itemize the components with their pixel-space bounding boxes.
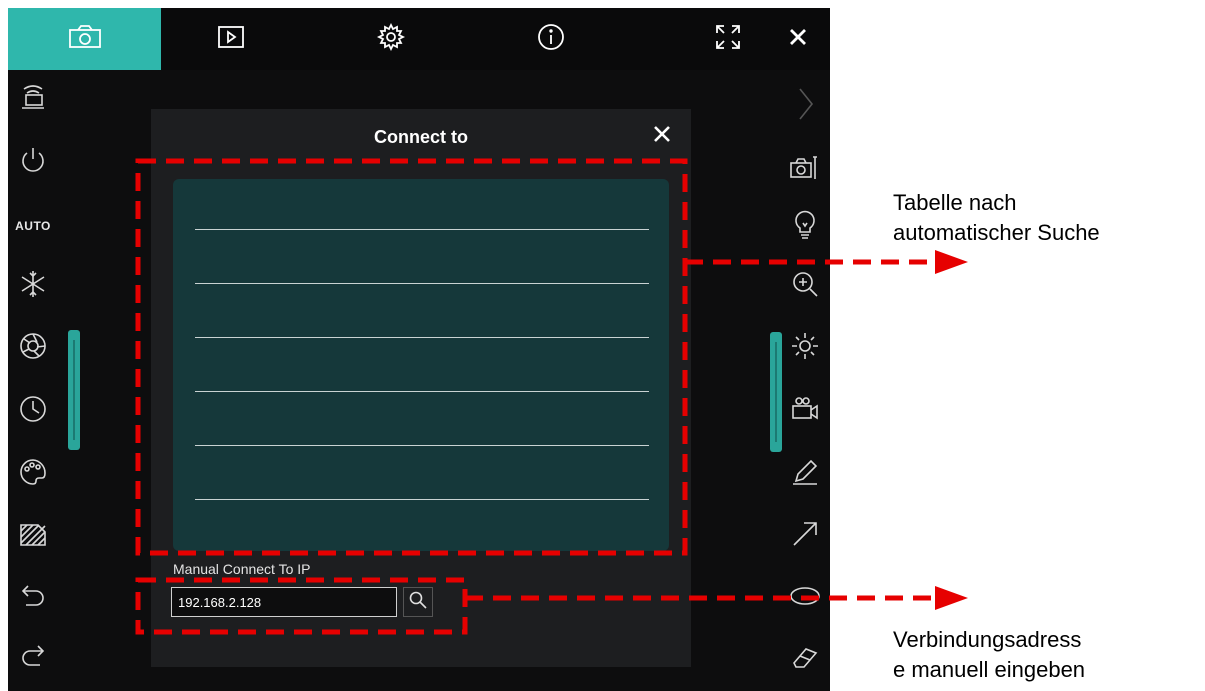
manual-annotation-line1: Verbindungsadress [893,627,1082,652]
annotation-overlay [135,158,968,635]
table-annotation: Tabelle nach automatischer Suche [893,188,1100,248]
table-annotation-line1: Tabelle nach [893,190,1017,215]
ip-input-highlight-box [135,577,468,635]
table-highlight-box [135,158,688,556]
table-callout-arrowhead [935,250,968,274]
manual-annotation: Verbindungsadress e manuell eingeben [893,625,1085,685]
table-annotation-line2: automatischer Suche [893,220,1100,245]
ip-callout-arrowhead [935,586,968,610]
manual-annotation-line2: e manuell eingeben [893,657,1086,682]
